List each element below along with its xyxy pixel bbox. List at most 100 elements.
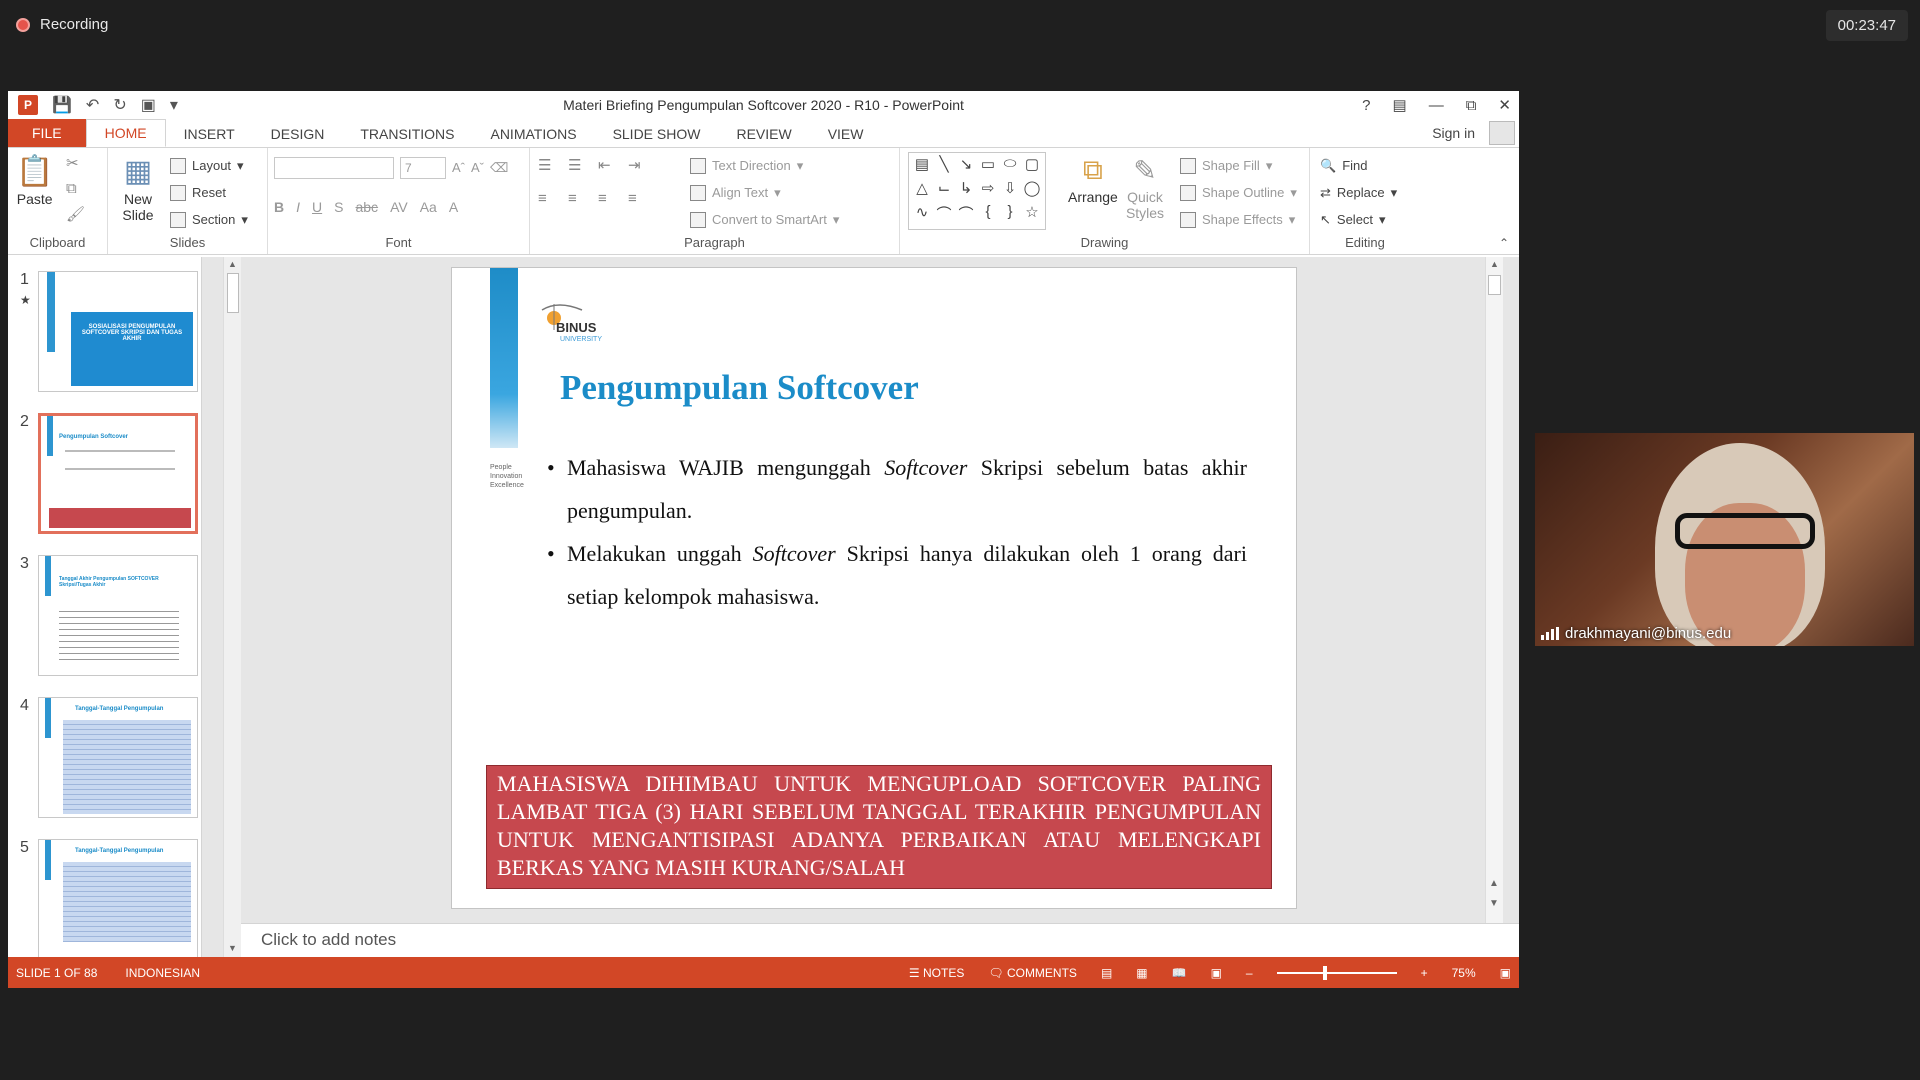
rectangle-shape-icon[interactable]: ▭ (977, 155, 999, 179)
decrease-font-icon[interactable]: Aˇ (471, 160, 484, 175)
layout-button[interactable]: Layout ▾ (170, 152, 248, 179)
slide-thumbnail-4[interactable]: Tanggal-Tanggal Pengumpulan (38, 697, 198, 818)
oval-shape-icon[interactable]: ⬭ (999, 155, 1021, 179)
numbering-icon[interactable]: ☰ (568, 156, 598, 174)
language-indicator[interactable]: INDONESIAN (125, 966, 200, 980)
slide-thumbnails-pane[interactable]: 1 ★ SOSIALISASI PENGUMPULAN SOFTCOVER SK… (8, 257, 202, 957)
find-button[interactable]: 🔍 Find (1320, 152, 1397, 179)
arrow-line-shape-icon[interactable]: ↘ (955, 155, 977, 179)
copy-icon[interactable]: ⧉ (66, 180, 85, 197)
notes-pane[interactable]: Click to add notes (241, 923, 1519, 957)
slide-bullets[interactable]: Mahasiswa WAJIB mengunggah Softcover Skr… (547, 446, 1247, 618)
textbox-shape-icon[interactable]: ▤ (911, 155, 933, 179)
fit-slide-icon[interactable]: ▣ (1500, 966, 1511, 980)
format-painter-icon[interactable]: 🖌 (66, 205, 85, 223)
sign-in-link[interactable]: Sign in (1432, 125, 1475, 141)
bold-icon[interactable]: B (274, 199, 284, 215)
zoom-out-icon[interactable]: – (1246, 966, 1253, 980)
quick-styles-button[interactable]: ✎ Quick Styles (1124, 154, 1166, 221)
italic-icon[interactable]: I (296, 199, 300, 215)
minimize-icon[interactable]: — (1429, 97, 1444, 114)
align-right-icon[interactable]: ≡ (598, 190, 628, 207)
zoom-slider[interactable] (1276, 965, 1397, 980)
arc-shape-icon[interactable]: ⌒ (955, 203, 977, 227)
freeform-shape-icon[interactable]: ∿ (911, 203, 933, 227)
tab-design[interactable]: DESIGN (253, 121, 343, 147)
arrange-button[interactable]: ⧉ Arrange (1068, 154, 1118, 205)
curve-shape-icon[interactable]: ⌒ (933, 203, 955, 227)
collapse-ribbon-icon[interactable]: ⌃ (1499, 236, 1509, 250)
rounded-rect-shape-icon[interactable]: ▢ (1021, 155, 1043, 179)
scroll-up-icon[interactable]: ▲ (228, 259, 237, 269)
tab-slide-show[interactable]: SLIDE SHOW (595, 121, 719, 147)
paste-button[interactable]: 📋 Paste (16, 154, 53, 207)
user-avatar[interactable] (1489, 121, 1515, 145)
right-brace-icon[interactable]: } (999, 203, 1021, 227)
warning-box[interactable]: MAHASISWA DIHIMBAU UNTUK MENGUPLOAD SOFT… (486, 765, 1272, 889)
increase-indent-icon[interactable]: ⇥ (628, 156, 658, 174)
ribbon-display-icon[interactable]: ▤ (1393, 96, 1407, 114)
shape-effects-button[interactable]: Shape Effects ▾ (1180, 206, 1297, 233)
comments-button[interactable]: 🗨 COMMENTS (988, 966, 1077, 980)
slide-show-icon[interactable]: ▣ (1211, 966, 1222, 980)
redo-icon[interactable]: ↻ (113, 95, 126, 115)
align-left-icon[interactable]: ≡ (538, 190, 568, 207)
shadow-icon[interactable]: S (334, 199, 343, 215)
slide-canvas[interactable]: BINUS UNIVERSITY People Innovation Excel… (241, 257, 1503, 923)
zoom-knob[interactable] (1322, 965, 1327, 980)
decrease-indent-icon[interactable]: ⇤ (598, 156, 628, 174)
scroll-up-icon[interactable]: ▲ (1490, 259, 1499, 269)
slide-title[interactable]: Pengumpulan Softcover (560, 368, 919, 408)
triangle-shape-icon[interactable]: △ (911, 179, 933, 203)
bullets-icon[interactable]: ☰ (538, 156, 568, 174)
next-slide-icon[interactable]: ▼ (1489, 898, 1499, 909)
tab-view[interactable]: VIEW (810, 121, 882, 147)
save-icon[interactable]: 💾 (52, 95, 72, 115)
align-text-button[interactable]: Align Text ▾ (690, 179, 839, 206)
down-arrow-shape-icon[interactable]: ⇩ (999, 179, 1021, 203)
normal-view-icon[interactable]: ▤ (1101, 966, 1112, 980)
align-center-icon[interactable]: ≡ (568, 190, 598, 207)
slide-thumbnail-1[interactable]: SOSIALISASI PENGUMPULAN SOFTCOVER SKRIPS… (38, 271, 198, 392)
start-from-beginning-icon[interactable]: ▣ (141, 95, 156, 115)
current-slide[interactable]: BINUS UNIVERSITY People Innovation Excel… (451, 267, 1297, 909)
scroll-thumb[interactable] (227, 273, 239, 313)
powerpoint-logo-icon[interactable]: P (18, 95, 38, 115)
increase-font-icon[interactable]: Aˆ (452, 160, 465, 175)
convert-smartart-button[interactable]: Convert to SmartArt ▾ (690, 206, 839, 233)
reading-view-icon[interactable]: 📖 (1172, 966, 1187, 980)
slide-thumbnail-3[interactable]: Tanggal Akhir Pengumpulan SOFTCOVER Skri… (38, 555, 198, 676)
participant-video[interactable]: drakhmayani@binus.edu (1535, 433, 1914, 646)
star-shape-icon[interactable]: ☆ (1021, 203, 1043, 227)
callout-shape-icon[interactable]: ◯ (1021, 179, 1043, 203)
cut-icon[interactable]: ✂ (66, 154, 85, 172)
char-spacing-icon[interactable]: AV (390, 199, 408, 215)
section-button[interactable]: Section ▾ (170, 206, 248, 233)
zoom-level[interactable]: 75% (1452, 966, 1476, 980)
slide-sorter-icon[interactable]: ▦ (1136, 966, 1147, 980)
tab-home[interactable]: HOME (85, 119, 166, 147)
slide-scrollbar[interactable]: ▲ ▲ ▼ (1485, 257, 1503, 923)
change-case-icon[interactable]: Aa (420, 199, 437, 215)
left-brace-icon[interactable]: { (977, 203, 999, 227)
close-icon[interactable]: ✕ (1498, 96, 1511, 114)
zoom-in-icon[interactable]: + (1421, 966, 1428, 980)
thumbnails-scrollbar[interactable]: ▲ ▼ (223, 257, 241, 957)
right-arrow-shape-icon[interactable]: ⇨ (977, 179, 999, 203)
tab-animations[interactable]: ANIMATIONS (472, 121, 594, 147)
help-icon[interactable]: ? (1362, 97, 1370, 114)
restore-icon[interactable]: ⧉ (1466, 97, 1477, 114)
tab-file[interactable]: FILE (8, 119, 86, 147)
justify-icon[interactable]: ≡ (628, 190, 658, 207)
shapes-gallery[interactable]: ▤ ╲ ↘ ▭ ⬭ ▢ △ ⌙ ↳ ⇨ ⇩ ◯ ∿ ⌒ ⌒ { } ☆ (908, 152, 1046, 230)
previous-slide-icon[interactable]: ▲ (1489, 878, 1499, 889)
font-color-icon[interactable]: A (449, 199, 458, 215)
elbow-connector-icon[interactable]: ⌙ (933, 179, 955, 203)
underline-icon[interactable]: U (312, 199, 322, 215)
shape-outline-button[interactable]: Shape Outline ▾ (1180, 179, 1297, 206)
undo-icon[interactable]: ↶ (86, 95, 99, 115)
line-shape-icon[interactable]: ╲ (933, 155, 955, 179)
tab-insert[interactable]: INSERT (166, 121, 253, 147)
customize-toolbar-icon[interactable]: ▾ (170, 95, 178, 115)
text-direction-button[interactable]: Text Direction ▾ (690, 152, 839, 179)
